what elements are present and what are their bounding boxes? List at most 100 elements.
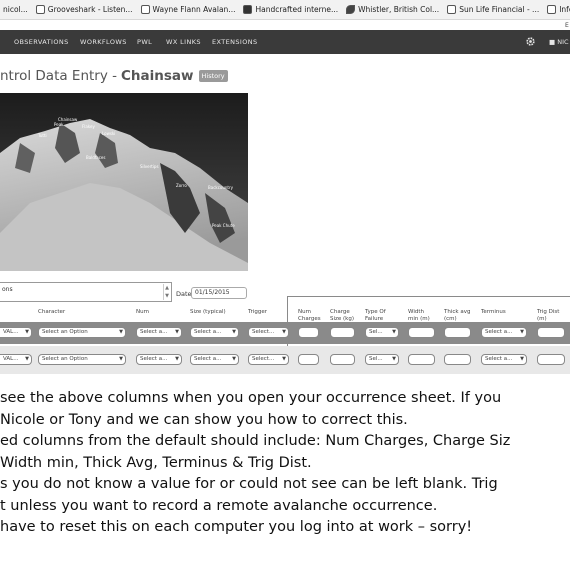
row2-charge-size-input[interactable] bbox=[330, 354, 355, 365]
bookmark-5[interactable]: Whistler, British Col... bbox=[343, 5, 444, 14]
row1-num-charges-input[interactable] bbox=[298, 327, 319, 338]
select-value: Sel... bbox=[369, 356, 383, 362]
select-value: Select... bbox=[252, 356, 275, 362]
bookmark-label: InfoEx bbox=[559, 5, 570, 14]
select-value: Select a... bbox=[194, 329, 222, 335]
row2-size-select[interactable]: Select a... ▼ bbox=[190, 354, 239, 365]
bookmark-label: nicol... bbox=[3, 5, 28, 14]
row2-type-select[interactable]: VAL... ▼ bbox=[0, 354, 32, 365]
chevron-down-icon: ▼ bbox=[119, 329, 123, 335]
gear-icon[interactable] bbox=[525, 36, 536, 47]
photo-label: Peak Chute bbox=[212, 223, 235, 228]
bookmark-label: Grooveshark - Listen... bbox=[47, 5, 133, 14]
row1-thick-input[interactable] bbox=[444, 327, 471, 338]
select-value: VAL... bbox=[3, 356, 19, 362]
bookmark-1[interactable]: nicol... bbox=[0, 5, 33, 14]
chevron-down-icon: ▼ bbox=[282, 356, 286, 362]
row2-thick-input[interactable] bbox=[444, 354, 471, 365]
chevron-down-icon: ▼ bbox=[392, 329, 396, 335]
nav-workflows[interactable]: WORKFLOWS bbox=[80, 30, 127, 54]
nav-observations[interactable]: OBSERVATIONS bbox=[14, 30, 69, 54]
history-button[interactable]: History bbox=[198, 70, 228, 82]
nav-extensions[interactable]: EXTENSIONS bbox=[212, 30, 258, 54]
bookmark-label: Sun Life Financial - ... bbox=[459, 5, 540, 14]
row2-trigger-select[interactable]: Select... ▼ bbox=[248, 354, 289, 365]
col-header-character: Character bbox=[38, 309, 66, 315]
col-header-type-of-failure: Type Of Failure bbox=[365, 309, 386, 322]
date-input[interactable]: 01/15/2015 bbox=[191, 287, 247, 299]
row2-failure-select[interactable]: Sel... ▼ bbox=[365, 354, 399, 365]
leaf-icon bbox=[346, 5, 356, 14]
photo-label: Flakey bbox=[82, 124, 95, 129]
select-value: Select... bbox=[252, 329, 275, 335]
select-value: Select a... bbox=[194, 356, 222, 362]
row1-trig-dist-input[interactable] bbox=[537, 327, 565, 338]
chevron-down-icon: ▼ bbox=[175, 329, 179, 335]
chevron-down-icon: ▼ bbox=[392, 356, 396, 362]
page-title: ntrol Data Entry - bbox=[0, 68, 118, 84]
select-value: Sel... bbox=[369, 329, 383, 335]
nav-pwl[interactable]: PWL bbox=[137, 30, 152, 54]
grooveshark-icon bbox=[35, 5, 45, 14]
row1-width-input[interactable] bbox=[408, 327, 435, 338]
chevron-down-icon: ▼ bbox=[520, 329, 524, 335]
select-value: Select a... bbox=[140, 356, 168, 362]
col-header-terminus: Terminus bbox=[481, 309, 506, 315]
chevron-down-icon: ▼ bbox=[232, 356, 236, 362]
select-value: VAL... bbox=[3, 329, 19, 335]
photo-label: Zorro bbox=[176, 183, 187, 188]
col-header-size: Size (typical) bbox=[190, 309, 226, 315]
bookmark-2[interactable]: Grooveshark - Listen... bbox=[33, 5, 138, 14]
bookmark-3[interactable]: Wayne Flann Avalan... bbox=[138, 5, 241, 14]
row1-size-select[interactable]: Select a... ▼ bbox=[190, 327, 239, 338]
chevron-down-icon: ▼ bbox=[282, 329, 286, 335]
row2-width-input[interactable] bbox=[408, 354, 435, 365]
bookmark-label: Handcrafted interne... bbox=[255, 5, 339, 14]
row2-num-charges-input[interactable] bbox=[298, 354, 319, 365]
instruction-line: see the above columns when you open your… bbox=[0, 390, 502, 406]
chevron-down-icon: ▼ bbox=[25, 329, 29, 335]
row1-terminus-select[interactable]: Select a... ▼ bbox=[481, 327, 527, 338]
row2-character-select[interactable]: Select an Option ▼ bbox=[38, 354, 126, 365]
row1-num-select[interactable]: Select a... ▼ bbox=[136, 327, 182, 338]
instruction-line: Width min, Thick Avg, Terminus & Trig Di… bbox=[0, 454, 312, 471]
bookmark-7[interactable]: InfoEx bbox=[544, 5, 570, 14]
avalanche-path-photo: Chainsaw Peak Flakey Tutti Lowski Baldfa… bbox=[0, 93, 248, 271]
col-header-charge-size: Charge Size (kg) bbox=[330, 309, 355, 322]
page-icon bbox=[140, 5, 150, 14]
instruction-line: ed columns from the default should inclu… bbox=[0, 433, 511, 449]
photo-label: Peak bbox=[54, 122, 64, 127]
top-right-letter: E bbox=[565, 22, 569, 29]
select-value: Select a... bbox=[485, 356, 513, 362]
row2-num-select[interactable]: Select a... ▼ bbox=[136, 354, 182, 365]
select-value: Select a... bbox=[140, 329, 168, 335]
user-menu[interactable]: ■ NIC bbox=[549, 30, 569, 54]
chevron-down-icon: ▼ bbox=[232, 329, 236, 335]
row1-character-select[interactable]: Select an Option ▼ bbox=[38, 327, 126, 338]
row1-charge-size-input[interactable] bbox=[330, 327, 355, 338]
select-value: Select a... bbox=[485, 329, 513, 335]
nav-wx-links[interactable]: WX LINKS bbox=[166, 30, 201, 54]
flag-icon bbox=[243, 5, 253, 14]
col-header-thick-avg: Thick avg (cm) bbox=[444, 309, 471, 322]
instruction-line: Nicole or Tony and we can show you how t… bbox=[0, 411, 408, 428]
bookmark-4[interactable]: Handcrafted interne... bbox=[240, 5, 343, 14]
photo-label: Baldfaces bbox=[86, 155, 105, 160]
bookmark-label: Wayne Flann Avalan... bbox=[152, 5, 236, 14]
cloud-icon bbox=[547, 5, 557, 14]
bookmark-label: Whistler, British Col... bbox=[358, 5, 440, 14]
photo-label: Tutti bbox=[37, 133, 47, 138]
scroll-arrows-icon[interactable]: ▲ ▼ bbox=[163, 284, 170, 300]
row1-type-select[interactable]: VAL... ▼ bbox=[0, 327, 32, 338]
chevron-down-icon: ▼ bbox=[25, 356, 29, 362]
instruction-line: have to reset this on each computer you … bbox=[0, 519, 473, 535]
main-nav: OBSERVATIONS WORKFLOWS PWL WX LINKS EXTE… bbox=[0, 30, 570, 54]
row2-trig-dist-input[interactable] bbox=[537, 354, 565, 365]
row2-terminus-select[interactable]: Select a... ▼ bbox=[481, 354, 527, 365]
col-header-width-min: Width min (m) bbox=[408, 309, 430, 322]
chevron-down-icon: ▼ bbox=[119, 356, 123, 362]
path-notes-field[interactable]: ons ▲ ▼ bbox=[0, 282, 172, 302]
row1-trigger-select[interactable]: Select... ▼ bbox=[248, 327, 289, 338]
row1-failure-select[interactable]: Sel... ▼ bbox=[365, 327, 399, 338]
bookmark-6[interactable]: Sun Life Financial - ... bbox=[444, 5, 544, 14]
